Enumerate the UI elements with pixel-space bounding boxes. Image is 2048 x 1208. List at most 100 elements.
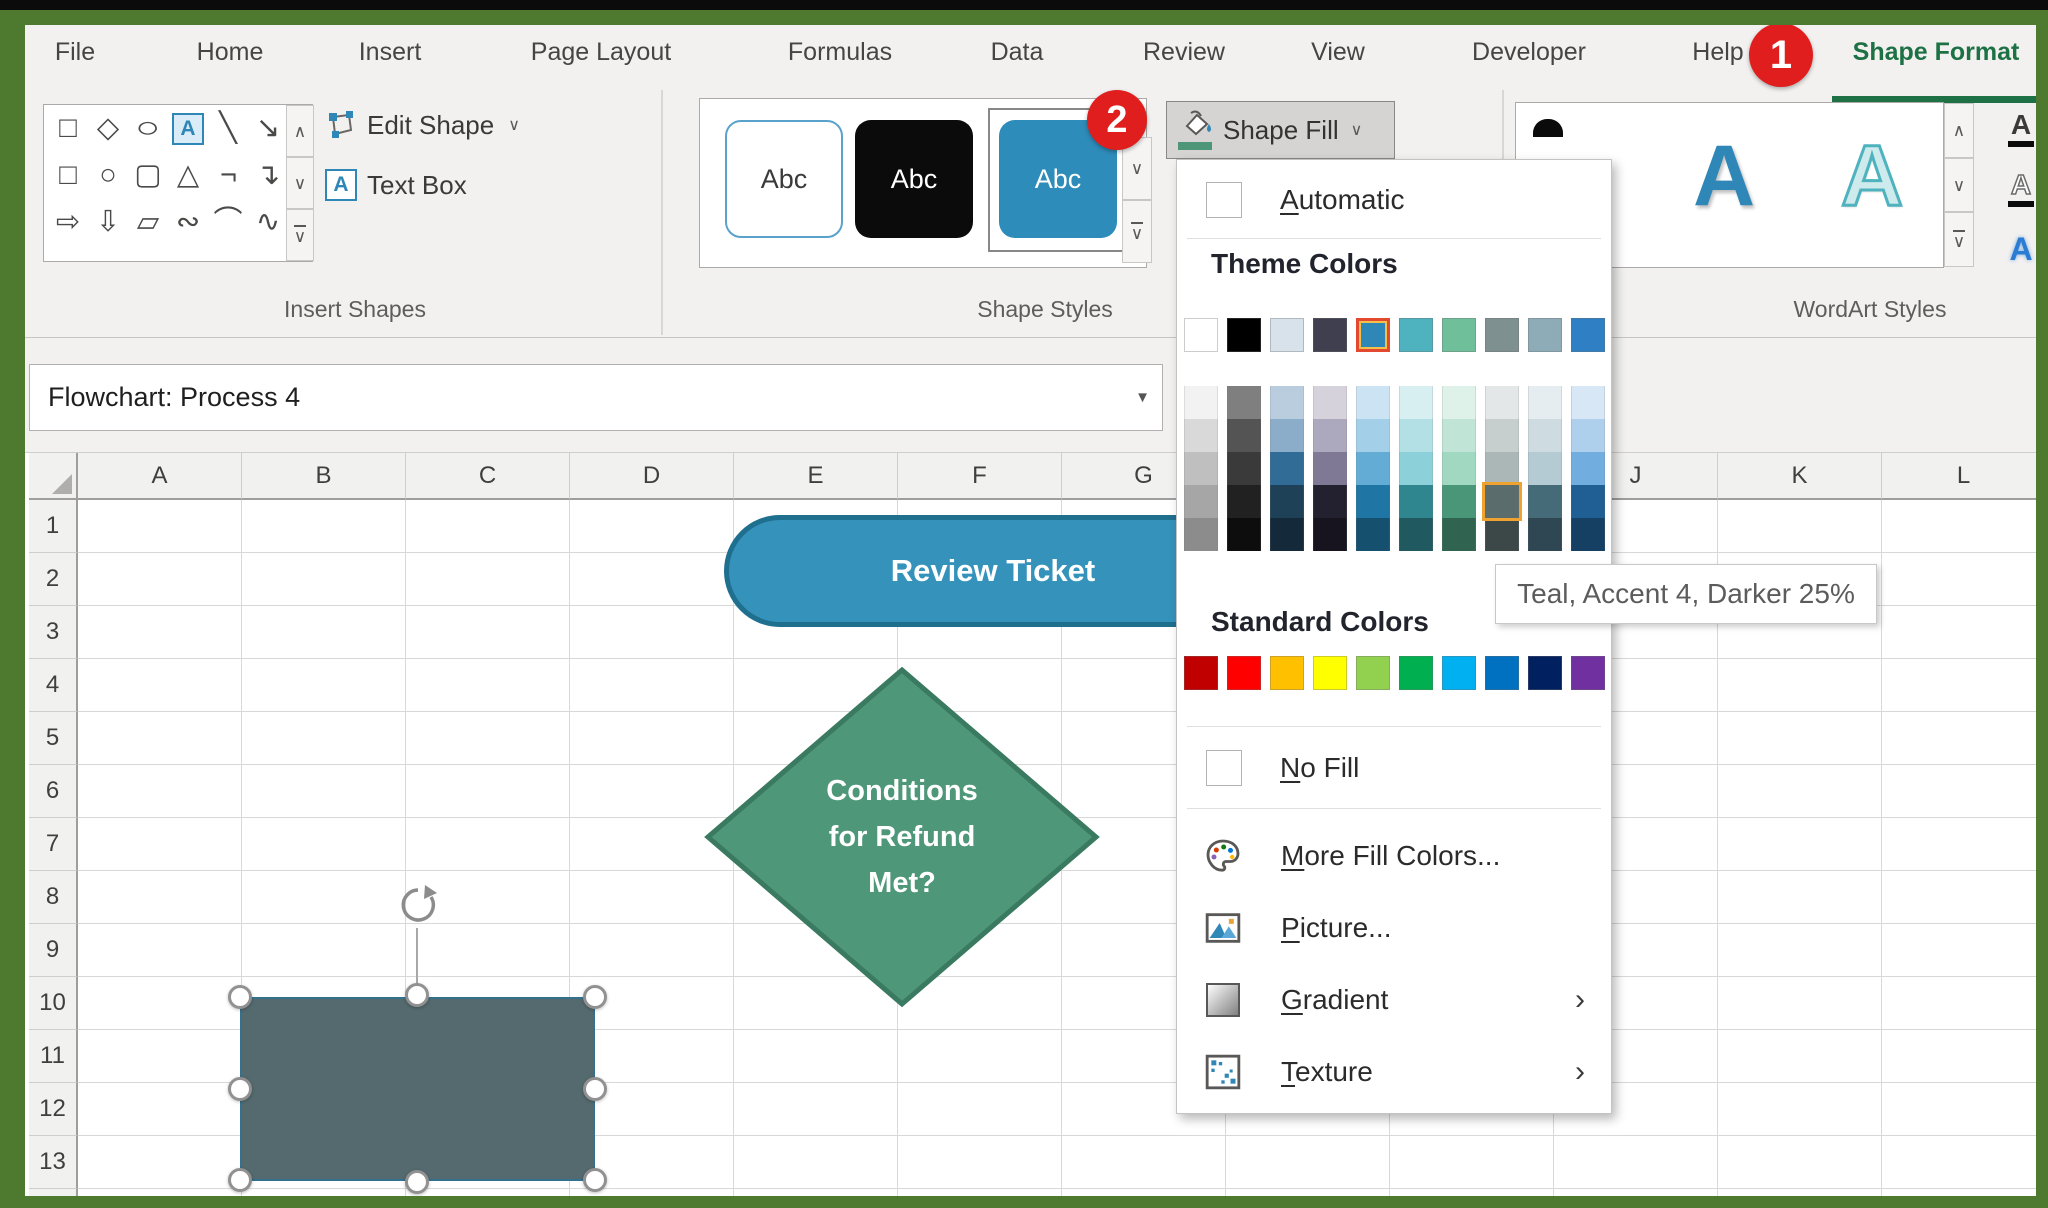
theme-variant-swatch[interactable] bbox=[1485, 386, 1519, 419]
wordart-style-blue[interactable]: A bbox=[1693, 133, 1755, 219]
row-header-13[interactable]: 13 bbox=[29, 1136, 78, 1189]
resize-handle[interactable] bbox=[583, 1077, 607, 1101]
menu-item-gradient[interactable]: Gradient › bbox=[1177, 964, 1611, 1036]
tab-review[interactable]: Review bbox=[1143, 25, 1225, 80]
theme-variant-swatch[interactable] bbox=[1184, 518, 1218, 551]
resize-handle[interactable] bbox=[228, 1168, 252, 1192]
standard-color-swatch[interactable] bbox=[1184, 656, 1218, 690]
standard-color-swatch[interactable] bbox=[1571, 656, 1605, 690]
elbow-connector-icon[interactable]: ⌐ bbox=[208, 159, 248, 191]
theme-variant-swatch[interactable] bbox=[1313, 485, 1347, 518]
shapes-gallery-scrollbar[interactable]: ∧ ∨ ∨ bbox=[286, 105, 314, 261]
theme-variant-swatch[interactable] bbox=[1270, 452, 1304, 485]
row-header-8[interactable]: 8 bbox=[29, 871, 78, 924]
theme-color-swatch[interactable] bbox=[1485, 318, 1519, 352]
standard-color-swatch[interactable] bbox=[1528, 656, 1562, 690]
theme-variant-swatch[interactable] bbox=[1399, 485, 1433, 518]
arrow-line-icon[interactable]: ↘ bbox=[248, 114, 288, 143]
scribble-icon[interactable]: ∾ bbox=[168, 208, 208, 237]
theme-variant-swatch[interactable] bbox=[1270, 485, 1304, 518]
gallery-more-icon[interactable]: ∨ bbox=[1122, 200, 1152, 263]
row-header-9[interactable]: 9 bbox=[29, 924, 78, 977]
triangle-icon[interactable]: △ bbox=[168, 161, 208, 190]
theme-variant-swatch[interactable] bbox=[1313, 452, 1347, 485]
shape-style-black[interactable]: Abc bbox=[855, 120, 973, 238]
standard-color-swatch[interactable] bbox=[1313, 656, 1347, 690]
name-box[interactable]: Flowchart: Process 4 ▼ bbox=[29, 364, 1163, 431]
line-icon[interactable]: ╲ bbox=[208, 114, 248, 143]
resize-handle[interactable] bbox=[405, 1170, 429, 1194]
tab-page-layout[interactable]: Page Layout bbox=[531, 25, 671, 80]
tab-help[interactable]: Help bbox=[1692, 25, 1743, 80]
scroll-up-icon[interactable]: ∧ bbox=[1944, 103, 1974, 158]
theme-variant-swatch[interactable] bbox=[1528, 452, 1562, 485]
styles-gallery-scrollbar[interactable]: ∨ ∨ bbox=[1122, 137, 1152, 263]
row-header-7[interactable]: 7 bbox=[29, 818, 78, 871]
theme-variant-swatch[interactable] bbox=[1313, 518, 1347, 551]
standard-color-swatch[interactable] bbox=[1485, 656, 1519, 690]
scroll-down-icon[interactable]: ∨ bbox=[286, 157, 314, 209]
gallery-more-icon[interactable]: ∨ bbox=[1944, 212, 1974, 268]
column-header-D[interactable]: D bbox=[570, 453, 734, 500]
theme-variant-swatch[interactable] bbox=[1356, 518, 1390, 551]
resize-handle[interactable] bbox=[583, 985, 607, 1009]
theme-variant-swatch[interactable] bbox=[1313, 386, 1347, 419]
theme-color-swatch[interactable] bbox=[1227, 318, 1261, 352]
theme-variant-swatch[interactable] bbox=[1571, 419, 1605, 452]
theme-variant-swatch[interactable] bbox=[1399, 452, 1433, 485]
theme-variant-swatch[interactable] bbox=[1356, 485, 1390, 518]
select-all-button[interactable] bbox=[29, 453, 78, 500]
flowchart-decision-shape[interactable]: Conditions for Refund Met? bbox=[700, 662, 1104, 1012]
theme-variant-swatch[interactable] bbox=[1270, 419, 1304, 452]
theme-variant-swatch[interactable] bbox=[1442, 452, 1476, 485]
edit-shape-button[interactable]: Edit Shape ∨ bbox=[325, 109, 520, 141]
menu-item-texture[interactable]: Texture › bbox=[1177, 1036, 1611, 1108]
rectangle-icon[interactable]: □ bbox=[48, 114, 88, 143]
theme-variant-swatch[interactable] bbox=[1356, 386, 1390, 419]
oval-icon[interactable]: ○ bbox=[88, 161, 128, 190]
theme-variant-swatch[interactable] bbox=[1399, 419, 1433, 452]
textbox-icon[interactable]: A bbox=[168, 112, 208, 145]
theme-variant-swatch[interactable] bbox=[1528, 419, 1562, 452]
tab-view[interactable]: View bbox=[1311, 25, 1365, 80]
flowchart-process-rectangle-selected[interactable] bbox=[240, 997, 595, 1181]
theme-variant-swatch[interactable] bbox=[1571, 518, 1605, 551]
row-header-5[interactable]: 5 bbox=[29, 712, 78, 765]
column-header-K[interactable]: K bbox=[1718, 453, 1882, 500]
insert-shapes-gallery[interactable]: □ ◇ ○ A ╲ ↘ □ ○ ▢ △ ⌐ ↴ ⇨ ⇩ ▱ ∾ ⌒ ∿ bbox=[43, 104, 313, 262]
theme-variant-swatch[interactable] bbox=[1184, 386, 1218, 419]
theme-variant-swatch[interactable] bbox=[1184, 485, 1218, 518]
tab-home[interactable]: Home bbox=[197, 25, 264, 80]
resize-handle[interactable] bbox=[228, 985, 252, 1009]
tab-shape-format[interactable]: Shape Format bbox=[1853, 25, 2020, 80]
column-header-F[interactable]: F bbox=[898, 453, 1062, 500]
standard-color-swatch[interactable] bbox=[1270, 656, 1304, 690]
scroll-down-icon[interactable]: ∨ bbox=[1944, 157, 1974, 213]
theme-variant-swatch[interactable] bbox=[1571, 485, 1605, 518]
down-arrow-icon[interactable]: ⇩ bbox=[88, 208, 128, 237]
menu-item-automatic[interactable]: Automatic bbox=[1177, 174, 1611, 226]
standard-color-swatch[interactable] bbox=[1399, 656, 1433, 690]
theme-variant-swatch[interactable] bbox=[1227, 452, 1261, 485]
row-header-12[interactable]: 12 bbox=[29, 1083, 78, 1136]
ellipse-icon[interactable]: ○ bbox=[128, 114, 168, 143]
resize-handle[interactable] bbox=[583, 1168, 607, 1192]
column-header-A[interactable]: A bbox=[78, 453, 242, 500]
theme-color-swatch[interactable] bbox=[1184, 318, 1218, 352]
rectangle-icon[interactable]: □ bbox=[48, 161, 88, 190]
theme-variant-swatch[interactable] bbox=[1571, 386, 1605, 419]
menu-item-no-fill[interactable]: No Fill bbox=[1177, 740, 1611, 796]
column-header-C[interactable]: C bbox=[406, 453, 570, 500]
theme-variant-swatch[interactable] bbox=[1270, 518, 1304, 551]
row-header-11[interactable]: 11 bbox=[29, 1030, 78, 1083]
row-header-10[interactable]: 10 bbox=[29, 977, 78, 1030]
menu-item-picture[interactable]: Picture... bbox=[1177, 892, 1611, 964]
row-header-2[interactable]: 2 bbox=[29, 553, 78, 606]
theme-variant-swatch[interactable] bbox=[1399, 386, 1433, 419]
row-header-6[interactable]: 6 bbox=[29, 765, 78, 818]
theme-variant-swatch[interactable] bbox=[1571, 452, 1605, 485]
theme-variant-swatch[interactable] bbox=[1356, 452, 1390, 485]
theme-variant-swatch[interactable] bbox=[1442, 485, 1476, 518]
theme-variant-swatch[interactable] bbox=[1442, 518, 1476, 551]
theme-variant-swatch[interactable] bbox=[1528, 386, 1562, 419]
